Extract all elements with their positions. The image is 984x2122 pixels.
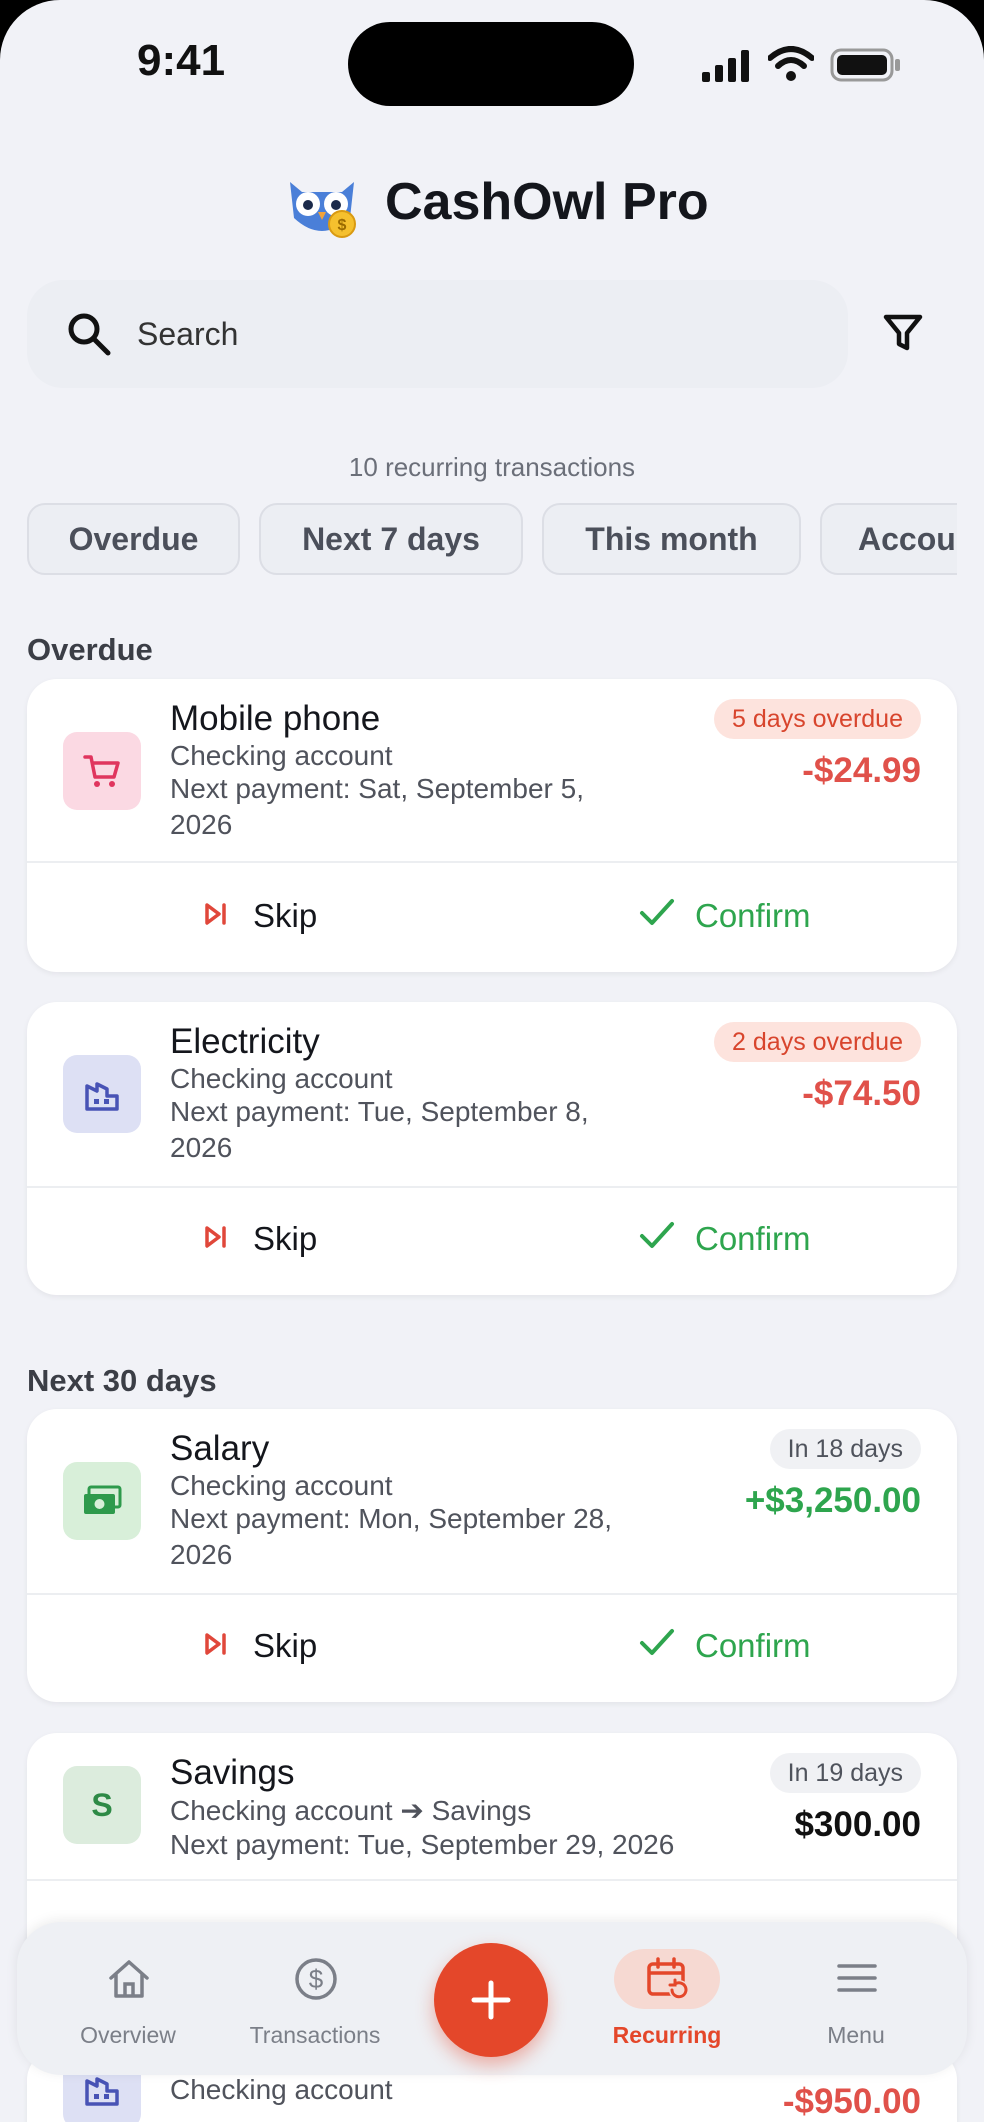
recurring-card-mobile-phone[interactable]: Mobile phone Checking account Next payme…	[27, 679, 957, 972]
dynamic-island	[348, 22, 634, 106]
owl-logo-icon: $	[284, 174, 360, 245]
app-screen: 9:41 $ CashOwl Pro Search 10 recurring t…	[0, 0, 984, 2122]
transaction-amount: -$24.99	[802, 751, 921, 790]
transaction-next-payment: Next payment: Tue, September 8, 2026	[170, 1096, 589, 1163]
skip-icon	[203, 897, 229, 935]
card-divider	[27, 1593, 957, 1595]
transaction-account: Checking account	[170, 1470, 393, 1501]
filter-chip-overdue[interactable]: Overdue	[27, 503, 240, 575]
skip-button[interactable]: Skip	[203, 1627, 317, 1665]
recurring-card-salary[interactable]: Salary Checking account Next payment: Mo…	[27, 1409, 957, 1702]
card-divider	[27, 1879, 957, 1881]
skip-button[interactable]: Skip	[203, 897, 317, 935]
cash-icon	[63, 1462, 141, 1540]
search-input[interactable]: Search	[137, 316, 238, 353]
svg-text:$: $	[338, 217, 347, 234]
recurring-card-electricity[interactable]: Electricity Checking account Next paymen…	[27, 1002, 957, 1295]
filter-chip-this-month[interactable]: This month	[542, 503, 801, 575]
cart-icon	[63, 732, 141, 810]
building-icon	[63, 1055, 141, 1133]
skip-label: Skip	[253, 1627, 318, 1664]
check-icon	[639, 1220, 675, 1258]
filter-chip-clip: Accou	[820, 503, 957, 575]
signal-icon	[702, 50, 754, 87]
transaction-name: Savings	[170, 1753, 295, 1792]
check-icon	[639, 897, 675, 935]
transaction-account: Checking account	[170, 1063, 393, 1094]
tab-overview[interactable]: Overview	[38, 2022, 218, 2049]
app-title: CashOwl Pro	[385, 173, 709, 231]
plus-icon	[471, 1980, 511, 2020]
svg-text:$: $	[309, 1964, 324, 1994]
transaction-amount: -$950.00	[782, 2082, 921, 2121]
savings-letter-icon: S	[63, 1766, 141, 1844]
status-time: 9:41	[137, 36, 226, 85]
filter-chip-accounts[interactable]: Accou	[820, 503, 957, 575]
section-next-30-days: Next 30 days	[27, 1363, 217, 1398]
skip-icon	[203, 1627, 229, 1665]
card-divider	[27, 1186, 957, 1188]
transaction-next-payment: Next payment: Tue, September 29, 2026	[170, 1829, 675, 1860]
confirm-button[interactable]: Confirm	[639, 897, 811, 935]
confirm-label: Confirm	[695, 897, 811, 934]
confirm-label: Confirm	[695, 1220, 811, 1257]
transaction-amount: $300.00	[794, 1805, 921, 1844]
card-divider	[27, 861, 957, 863]
transaction-account: Checking account ➔ Savings	[170, 1795, 532, 1826]
transaction-next-payment: Next payment: Sat, September 5, 2026	[170, 773, 584, 840]
transaction-name: Mobile phone	[170, 699, 381, 738]
home-icon[interactable]	[107, 1958, 151, 2005]
confirm-button[interactable]: Confirm	[639, 1627, 811, 1665]
status-badge: 5 days overdue	[714, 699, 921, 739]
check-icon	[639, 1627, 675, 1665]
search-icon	[66, 311, 112, 362]
confirm-button[interactable]: Confirm	[639, 1220, 811, 1258]
recurring-count: 10 recurring transactions	[348, 452, 636, 482]
transaction-name: Electricity	[170, 1022, 320, 1061]
menu-icon[interactable]	[837, 1962, 877, 1999]
skip-button[interactable]: Skip	[203, 1220, 317, 1258]
tab-transactions[interactable]: Transactions	[225, 2022, 405, 2049]
transaction-amount: -$74.50	[802, 1074, 921, 1113]
transaction-amount: +$3,250.00	[744, 1481, 921, 1520]
skip-icon	[203, 1220, 229, 1258]
filter-icon[interactable]	[882, 312, 924, 359]
transaction-account: Checking account	[170, 2074, 393, 2105]
skip-label: Skip	[253, 897, 318, 934]
status-badge: In 19 days	[769, 1753, 921, 1793]
transaction-account: Checking account	[170, 740, 393, 771]
status-badge: In 18 days	[769, 1429, 921, 1469]
calendar-repeat-icon[interactable]	[645, 1956, 691, 2007]
savings-letter: S	[91, 1786, 113, 1823]
add-transaction-button[interactable]	[434, 1943, 548, 2057]
transaction-next-payment: Next payment: Mon, September 28, 2026	[170, 1503, 612, 1570]
skip-label: Skip	[253, 1220, 318, 1257]
filter-chip-next-7-days[interactable]: Next 7 days	[259, 503, 523, 575]
tab-recurring[interactable]: Recurring	[577, 2022, 757, 2049]
wifi-icon	[767, 46, 815, 87]
confirm-label: Confirm	[695, 1627, 811, 1664]
battery-icon	[830, 48, 902, 87]
tab-menu[interactable]: Menu	[766, 2022, 946, 2049]
transaction-name: Salary	[170, 1429, 270, 1468]
section-overdue: Overdue	[27, 632, 153, 667]
status-badge: 2 days overdue	[714, 1022, 921, 1062]
dollar-circle-icon[interactable]: $	[293, 1956, 339, 2007]
